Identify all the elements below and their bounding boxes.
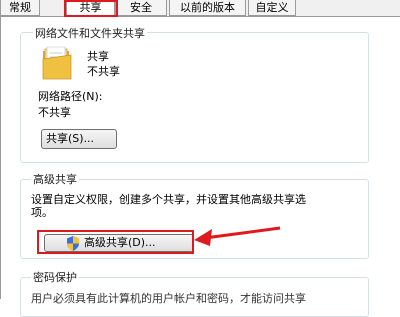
arrow-icon [194, 226, 281, 246]
